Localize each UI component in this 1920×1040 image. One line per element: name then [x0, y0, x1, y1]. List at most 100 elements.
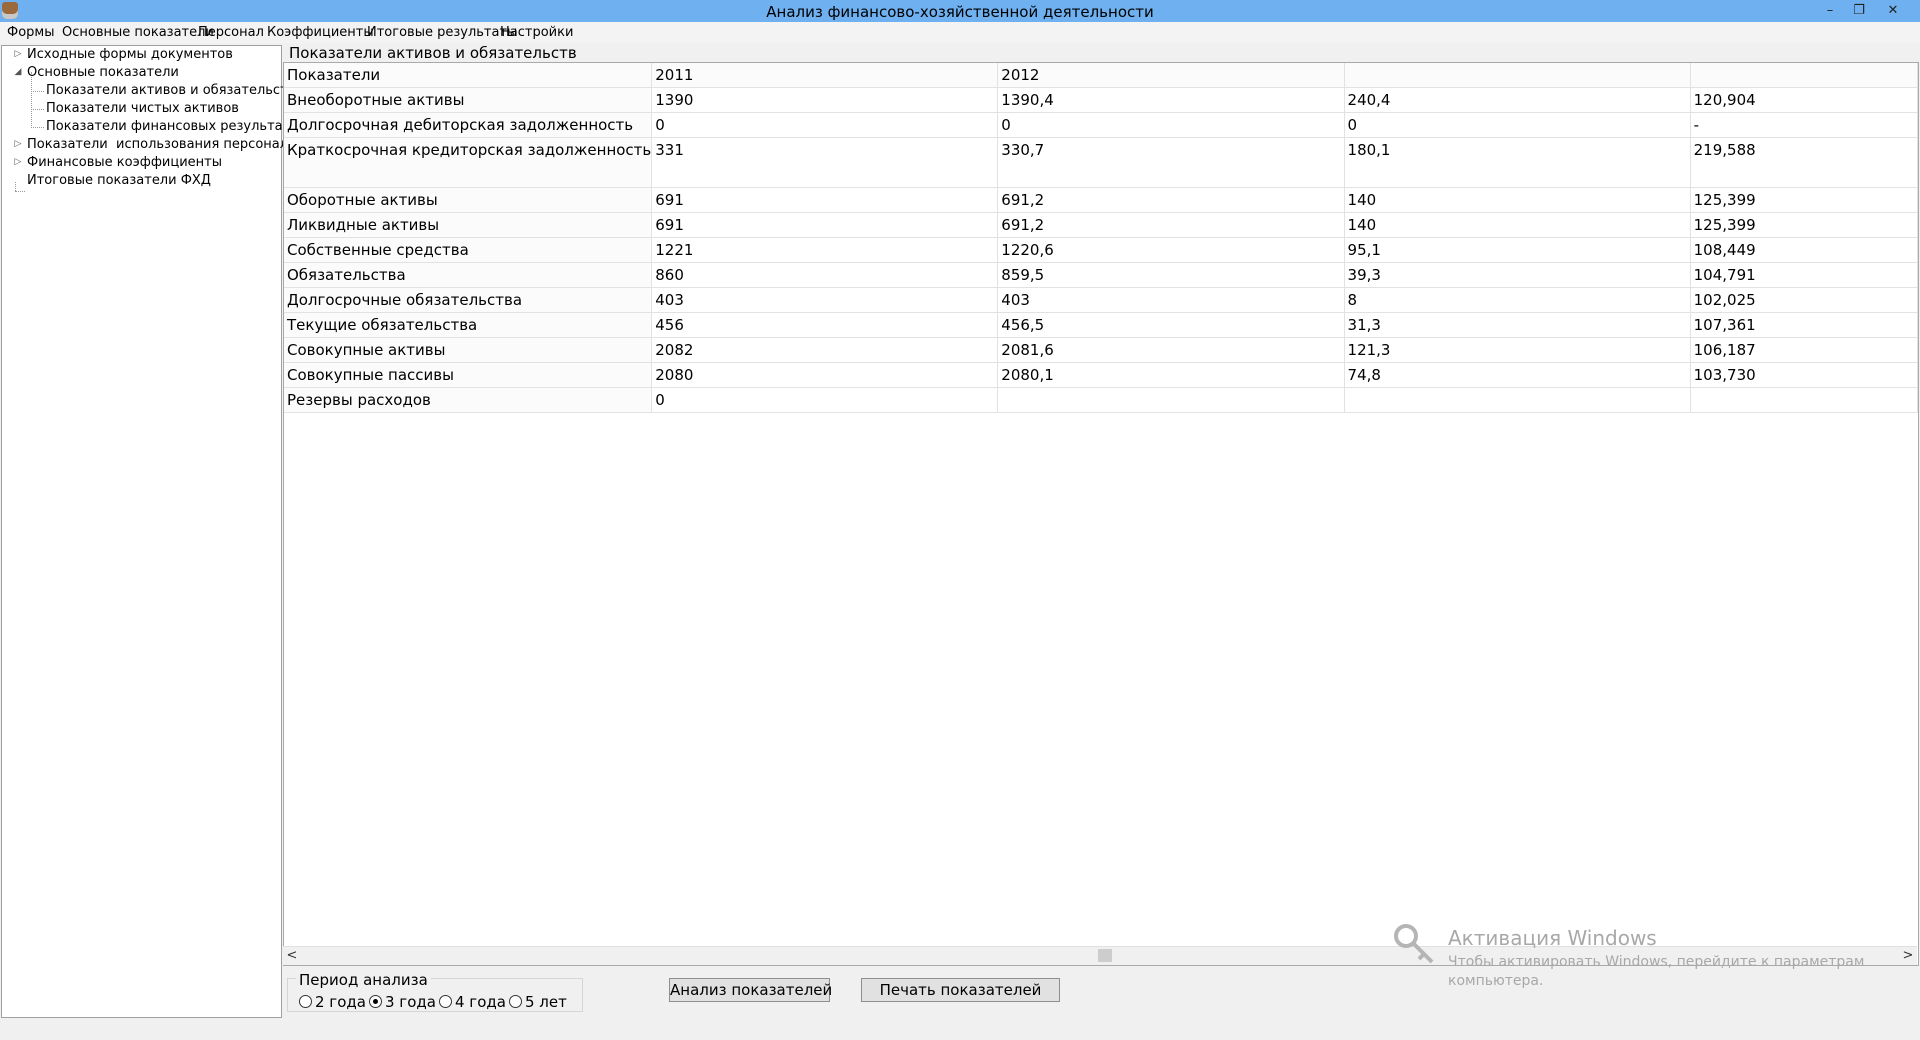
value-cell[interactable]: 456 — [651, 312, 999, 338]
value-cell[interactable]: 108,449 — [1690, 237, 1918, 263]
value-cell[interactable]: 106,187 — [1690, 337, 1918, 363]
value-cell[interactable]: 330,7 — [997, 137, 1345, 188]
row-label-cell[interactable]: Текущие обязательства — [284, 312, 653, 338]
row-label-cell[interactable]: Ликвидные активы — [284, 212, 653, 238]
value-cell[interactable]: 140 — [1344, 187, 1691, 213]
value-cell[interactable] — [1344, 387, 1691, 413]
radio-2-years[interactable]: 2 года — [299, 993, 366, 1011]
header-cell[interactable] — [1344, 63, 1691, 88]
restore-button[interactable]: ❐ — [1846, 1, 1872, 20]
expand-arrow-icon[interactable]: ▷ — [13, 136, 23, 153]
row-label-cell[interactable]: Долгосрочные обязательства — [284, 287, 653, 313]
value-cell[interactable]: 104,791 — [1690, 262, 1918, 288]
value-cell[interactable]: 2080,1 — [997, 362, 1345, 388]
tree-item-final-indicators[interactable]: Итоговые показатели ФХД — [27, 172, 211, 189]
expand-arrow-icon[interactable]: ▷ — [13, 46, 23, 63]
radio-checked-icon[interactable] — [369, 995, 382, 1008]
value-cell[interactable] — [1690, 387, 1918, 413]
row-label-cell[interactable]: Резервы расходов — [284, 387, 653, 413]
tree-item-net-assets[interactable]: Показатели чистых активов — [46, 100, 239, 117]
value-cell[interactable]: 121,3 — [1344, 337, 1691, 363]
value-cell[interactable]: 125,399 — [1690, 212, 1918, 238]
value-cell[interactable]: 8 — [1344, 287, 1691, 313]
value-cell[interactable]: 860 — [651, 262, 999, 288]
value-cell[interactable]: 219,588 — [1690, 137, 1918, 188]
value-cell[interactable]: 2081,6 — [997, 337, 1345, 363]
menu-personnel[interactable]: Персонал — [198, 25, 264, 40]
value-cell[interactable]: 456,5 — [997, 312, 1345, 338]
tree-item-assets-liabilities[interactable]: Показатели активов и обязательств — [46, 82, 295, 99]
value-cell[interactable]: 0 — [997, 112, 1345, 138]
value-cell[interactable]: 1220,6 — [997, 237, 1345, 263]
tree-item-personnel-usage[interactable]: ▷ Показатели использования персонала — [15, 136, 297, 153]
value-cell[interactable]: 0 — [651, 112, 999, 138]
value-cell[interactable]: 95,1 — [1344, 237, 1691, 263]
print-button[interactable]: Печать показателей — [861, 978, 1060, 1002]
value-cell[interactable]: 859,5 — [997, 262, 1345, 288]
radio-circle-icon[interactable] — [439, 995, 452, 1008]
tree-item-main-indicators[interactable]: ◢ Основные показатели — [15, 64, 179, 81]
scroll-left-arrow-icon[interactable]: < — [283, 947, 301, 965]
menu-forms[interactable]: Формы — [7, 25, 54, 40]
analyze-button[interactable]: Анализ показателей — [669, 978, 832, 1002]
value-cell[interactable]: 691 — [651, 187, 999, 213]
row-label-cell[interactable]: Краткосрочная кредиторская задолженность — [284, 137, 653, 188]
radio-circle-icon[interactable] — [509, 995, 522, 1008]
value-cell[interactable]: 403 — [997, 287, 1345, 313]
value-cell[interactable]: 2082 — [651, 337, 999, 363]
scroll-right-arrow-icon[interactable]: > — [1899, 947, 1917, 965]
radio-4-years[interactable]: 4 года — [439, 993, 506, 1011]
close-button[interactable]: ✕ — [1880, 1, 1906, 20]
scrollbar-thumb[interactable] — [1098, 949, 1112, 962]
row-label-cell[interactable]: Обязательства — [284, 262, 653, 288]
radio-circle-icon[interactable] — [299, 995, 312, 1008]
value-cell[interactable]: 691,2 — [997, 187, 1345, 213]
value-cell[interactable]: 1221 — [651, 237, 999, 263]
value-cell[interactable]: 240,4 — [1344, 87, 1691, 113]
value-cell[interactable]: 2080 — [651, 362, 999, 388]
value-cell[interactable]: 107,361 — [1690, 312, 1918, 338]
value-cell[interactable]: 180,1 — [1344, 137, 1691, 188]
value-cell[interactable]: 39,3 — [1344, 262, 1691, 288]
row-label-cell[interactable]: Собственные средства — [284, 237, 653, 263]
radio-5-years[interactable]: 5 лет — [509, 993, 567, 1011]
value-cell[interactable]: - — [1690, 112, 1918, 138]
header-cell[interactable]: 2012 — [997, 63, 1345, 88]
value-cell[interactable] — [997, 387, 1345, 413]
value-cell[interactable]: 103,730 — [1690, 362, 1918, 388]
value-cell[interactable]: 331 — [651, 137, 999, 188]
tree-item-source-forms[interactable]: ▷ Исходные формы документов — [15, 46, 233, 63]
row-label-cell[interactable]: Оборотные активы — [284, 187, 653, 213]
value-cell[interactable]: 691 — [651, 212, 999, 238]
header-cell[interactable] — [1690, 63, 1918, 88]
value-cell[interactable]: 0 — [1344, 112, 1691, 138]
menu-settings[interactable]: Настройки — [500, 25, 573, 40]
menu-results[interactable]: Итоговые результаты — [367, 25, 517, 40]
header-cell[interactable]: 2011 — [651, 63, 999, 88]
minimize-button[interactable]: – — [1817, 1, 1843, 20]
tree-item-financial-results[interactable]: Показатели финансовых результатов — [46, 118, 306, 135]
row-label-cell[interactable]: Совокупные пассивы — [284, 362, 653, 388]
value-cell[interactable]: 31,3 — [1344, 312, 1691, 338]
row-label-cell[interactable]: Совокупные активы — [284, 337, 653, 363]
value-cell[interactable]: 74,8 — [1344, 362, 1691, 388]
tree-item-financial-coefficients[interactable]: ▷ Финансовые коэффициенты — [15, 154, 222, 171]
value-cell[interactable]: 125,399 — [1690, 187, 1918, 213]
value-cell[interactable]: 691,2 — [997, 212, 1345, 238]
collapse-arrow-icon[interactable]: ◢ — [13, 64, 23, 81]
value-cell[interactable]: 140 — [1344, 212, 1691, 238]
radio-3-years[interactable]: 3 года — [369, 993, 436, 1011]
menu-main-indicators[interactable]: Основные показатели — [62, 25, 214, 40]
data-grid[interactable]: Показатели 2011 2012 Внеоборотные активы 139… — [283, 62, 1919, 966]
expand-arrow-icon[interactable]: ▷ — [13, 154, 23, 171]
value-cell[interactable]: 1390,4 — [997, 87, 1345, 113]
row-label-cell[interactable]: Долгосрочная дебиторская задолженность — [284, 112, 653, 138]
value-cell[interactable]: 403 — [651, 287, 999, 313]
row-label-cell[interactable]: Внеоборотные активы — [284, 87, 653, 113]
value-cell[interactable]: 1390 — [651, 87, 999, 113]
header-cell[interactable]: Показатели — [284, 63, 653, 88]
value-cell[interactable]: 120,904 — [1690, 87, 1918, 113]
value-cell[interactable]: 0 — [651, 387, 999, 413]
menu-coefficients[interactable]: Коэффициенты — [267, 25, 374, 40]
value-cell[interactable]: 102,025 — [1690, 287, 1918, 313]
